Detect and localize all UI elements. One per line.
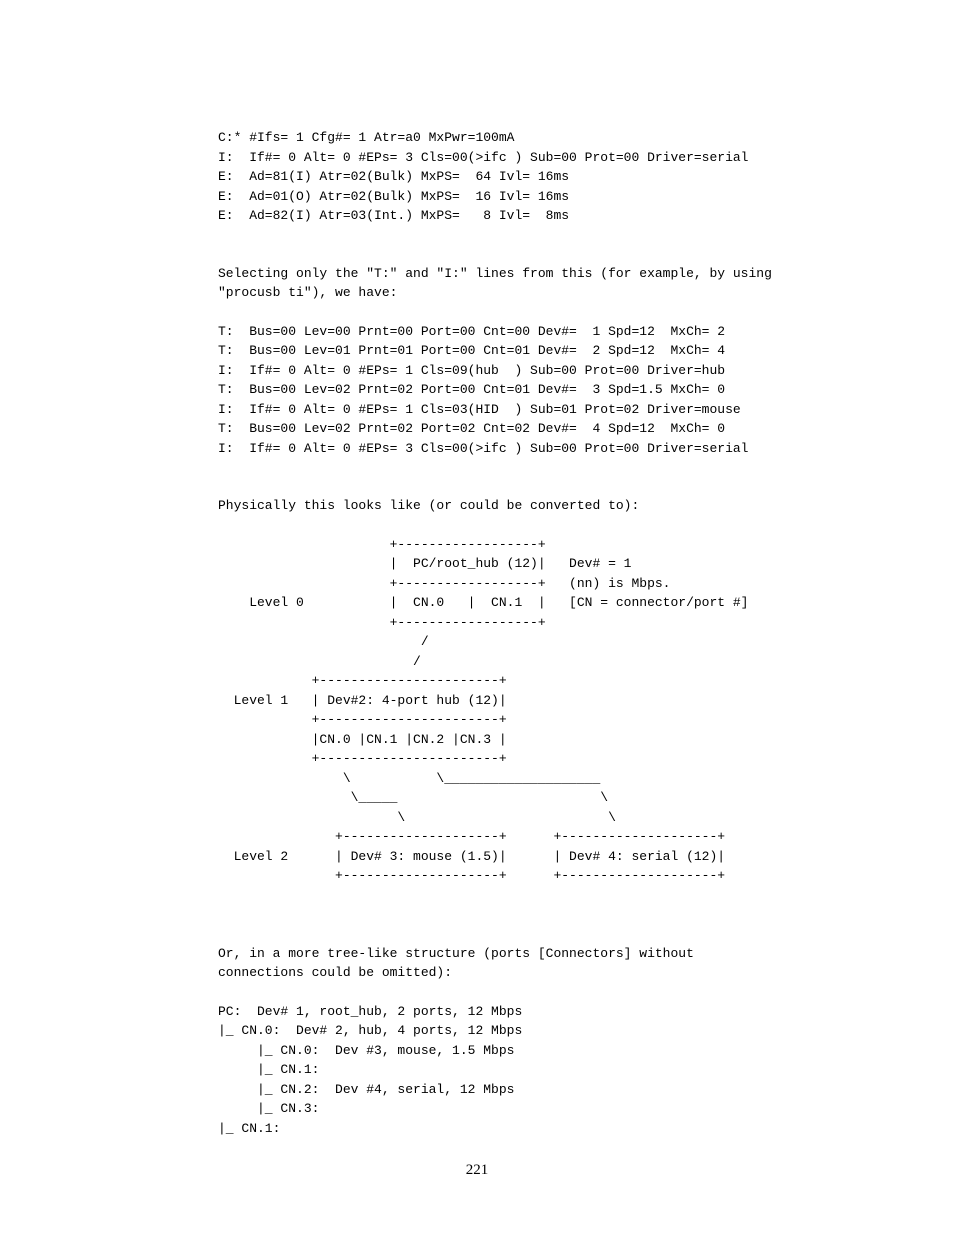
page-container: C:* #Ifs= 1 Cfg#= 1 Atr=a0 MxPwr=100mA I… (0, 0, 954, 1235)
paragraph-tree-intro: Or, in a more tree-like structure (ports… (218, 944, 884, 983)
paragraph-select-ti: Selecting only the "T:" and "I:" lines f… (218, 264, 884, 303)
ascii-diagram-topology: +------------------+ | PC/root_hub (12)|… (218, 535, 884, 886)
paragraph-physically: Physically this looks like (or could be … (218, 496, 884, 516)
code-block-ti-lines: T: Bus=00 Lev=00 Prnt=00 Port=00 Cnt=00 … (218, 322, 884, 459)
code-block-usb-config: C:* #Ifs= 1 Cfg#= 1 Atr=a0 MxPwr=100mA I… (218, 128, 884, 226)
page-number: 221 (0, 1162, 954, 1179)
ascii-tree-structure: PC: Dev# 1, root_hub, 2 ports, 12 Mbps |… (218, 1002, 884, 1139)
